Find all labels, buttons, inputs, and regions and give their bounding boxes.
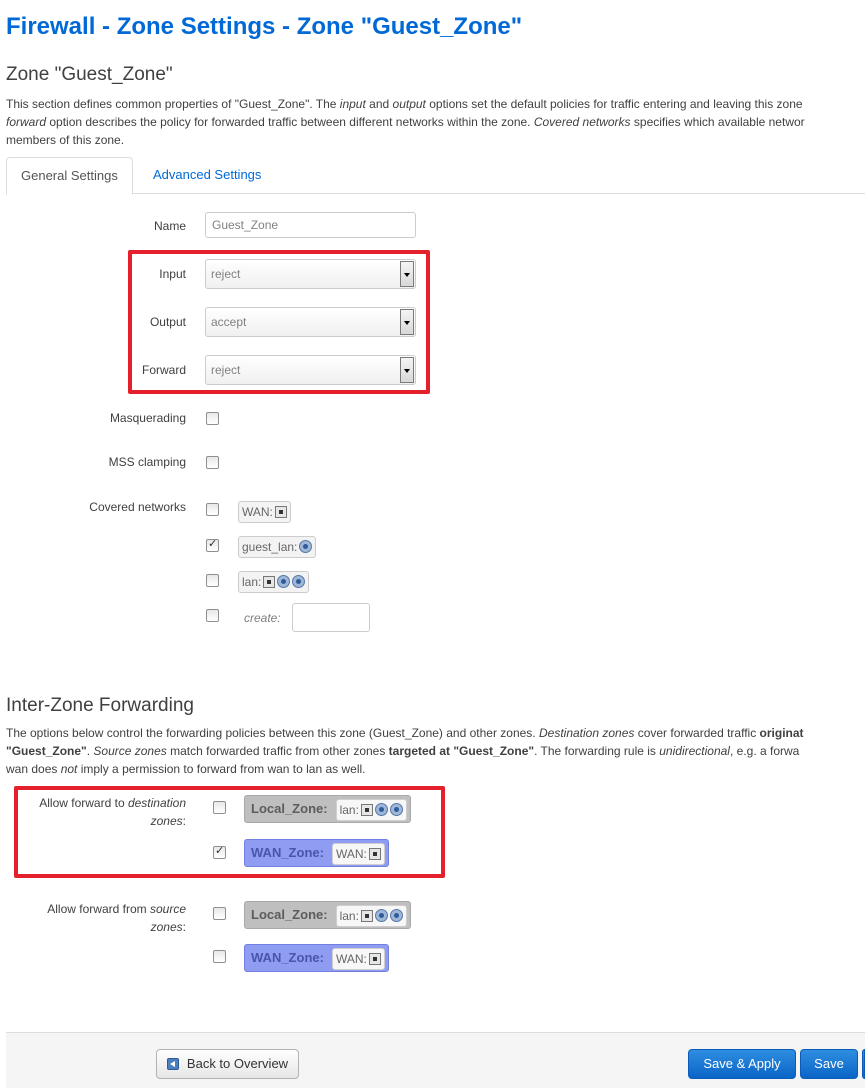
zone-heading: Zone "Guest_Zone" [6,64,173,85]
network-chip-lan: lan: [238,571,310,593]
network-name: WAN: [242,505,273,519]
name-field[interactable]: Guest_Zone [205,212,416,238]
network-name: lan: [242,575,262,589]
wireless-icon [299,540,313,553]
back-to-overview-label: Back to Overview [186,1056,289,1071]
zone-name: Local_Zone: [251,907,328,922]
ethernet-port-icon [360,910,373,922]
network-name: guest_lan: [242,540,298,554]
wireless-icon [292,575,306,588]
src-checkbox-local-zone[interactable] [213,907,226,920]
zone-badge-local: Local_Zone: lan: [244,901,411,929]
tabs-divider [6,193,865,194]
covered-networks-label: Covered networks [89,500,186,514]
highlight-box-policies [128,250,430,394]
ethernet-port-icon [368,953,381,965]
zone-description: This section defines common properties o… [6,97,805,147]
back-to-overview-button[interactable]: Back to Overview [156,1049,299,1079]
forwarding-heading: Inter-Zone Forwarding [6,695,194,716]
network-chip-guest-lan: guest_lan: [238,536,317,558]
masquerading-checkbox[interactable] [206,412,219,425]
save-and-apply-button[interactable]: Save & Apply [688,1049,796,1079]
network-checkbox-create[interactable] [206,609,219,622]
src-checkbox-wan-zone[interactable] [213,950,226,963]
src-zones-label: Allow forward from source zones: [47,902,186,934]
zone-network-chip: WAN: [331,948,385,970]
save-button[interactable]: Save [800,1049,858,1079]
tab-advanced-settings[interactable]: Advanced Settings [139,157,275,193]
network-checkbox-lan[interactable] [206,574,219,587]
wireless-icon [389,909,403,922]
ethernet-port-icon [263,576,276,588]
mss-clamping-label: MSS clamping [108,455,186,469]
forwarding-description: The options below control the forwarding… [6,726,804,776]
network-chip-wan: WAN: [238,501,291,523]
wireless-icon [374,909,388,922]
page-title: Firewall - Zone Settings - Zone "Guest_Z… [6,13,523,40]
back-arrow-icon [166,1058,179,1070]
ethernet-port-icon [274,506,287,518]
zone-network-chip: lan: [335,905,407,927]
create-network-input[interactable] [292,603,370,632]
highlight-box-destination [14,786,445,878]
wireless-icon [277,575,291,588]
mss-clamping-checkbox[interactable] [206,456,219,469]
network-checkbox-wan[interactable] [206,503,219,516]
zone-badge-wan: WAN_Zone: WAN: [244,944,389,972]
tab-general-settings[interactable]: General Settings [6,157,133,195]
network-checkbox-guest-lan[interactable] [206,537,219,552]
masquerading-label: Masquerading [109,411,186,425]
create-label: create: [244,611,281,625]
zone-name: WAN_Zone: [251,950,324,965]
name-label: Name [153,219,186,233]
